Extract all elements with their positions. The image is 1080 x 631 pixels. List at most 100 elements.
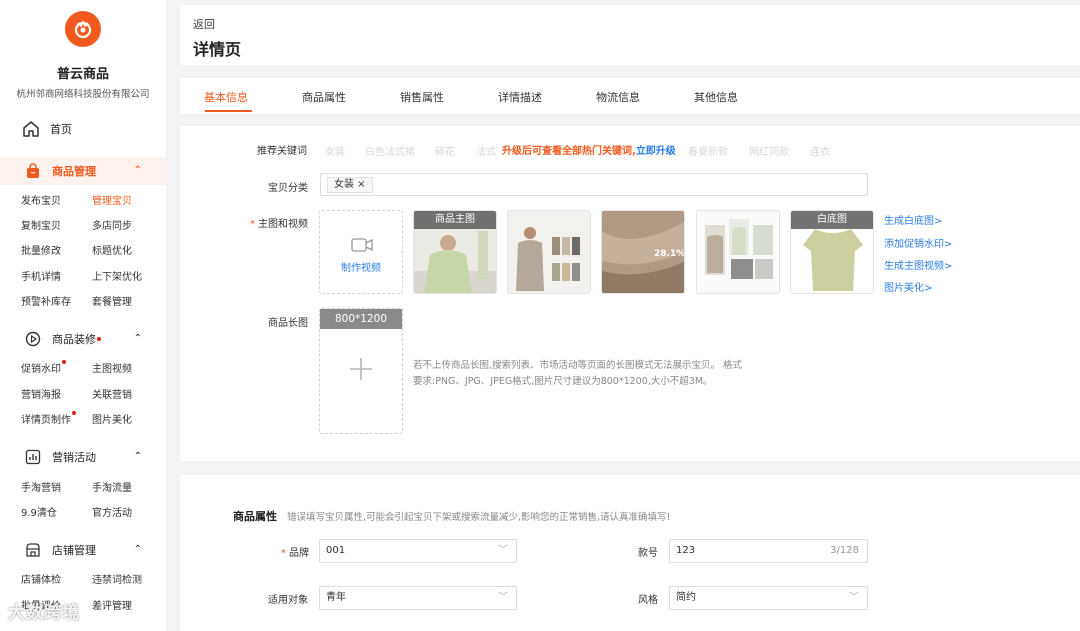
notification-dot — [97, 337, 101, 341]
image-beautify-link[interactable]: 图片美化> — [884, 279, 932, 294]
nav-item[interactable]: 上下架优化 — [92, 268, 142, 283]
make-video-label: 制作视频 — [341, 263, 381, 274]
nav-item[interactable]: 9.9清仓 — [21, 504, 57, 519]
nav-item[interactable]: 套餐管理 — [92, 293, 132, 308]
attributes-title: 商品属性 — [233, 510, 277, 523]
long-image-upload[interactable]: 800*1200 — [319, 308, 403, 434]
sidebar: 普云商品 杭州邻商网络科技股份有限公司 首页 商品管理 ⌃ 发布宝贝 管理宝贝 … — [0, 0, 166, 631]
upgrade-link[interactable]: 立即升级 — [636, 146, 676, 157]
store-icon — [24, 541, 42, 559]
nav-item[interactable]: 关联营销 — [92, 386, 132, 401]
nav-item[interactable]: 复制宝贝 — [21, 217, 61, 232]
add-promo-watermark-link[interactable]: 添加促销水印> — [884, 235, 952, 250]
nav-item[interactable]: 营销海报 — [21, 386, 61, 401]
style-select-value: 简约 — [676, 592, 696, 603]
play-circle-icon — [24, 330, 42, 348]
category-label: 宝贝分类 — [268, 183, 308, 194]
nav-item[interactable]: 标题优化 — [92, 242, 132, 257]
page-header: 返回 详情页 — [180, 5, 1080, 65]
nav-item[interactable]: 店铺体检 — [21, 571, 61, 586]
nav-group-label: 店铺管理 — [52, 544, 96, 557]
tab-other-info[interactable]: 其他信息 — [694, 89, 738, 105]
nav-item-active[interactable]: 管理宝贝 — [92, 192, 132, 207]
make-video-upload[interactable]: 制作视频 — [319, 210, 403, 294]
tab-product-attributes[interactable]: 商品属性 — [302, 89, 346, 105]
nav-item[interactable]: 手机详情 — [21, 268, 61, 283]
nav-item[interactable]: 详情页制作 — [21, 411, 76, 426]
chevron-up-icon: ⌃ — [133, 451, 142, 462]
keyword-chip[interactable]: 碎花 — [435, 143, 455, 158]
attributes-note: 错误填写宝贝属性,可能会引起宝贝下架或搜索流量减少,影响您的正常销售,请认真准确… — [287, 512, 671, 523]
keywords-label: 推荐关键词 — [257, 146, 307, 157]
logo-icon — [74, 20, 92, 39]
nav-item[interactable]: 多店同步 — [92, 217, 132, 232]
nav-group-label: 商品装修 — [52, 333, 96, 346]
keyword-chip[interactable]: 法式 — [476, 143, 496, 158]
long-image-hint-2: 要求:PNG、JPG、JPEG格式,图片尺寸建议为800*1200,大小不超3M… — [413, 376, 713, 387]
generate-white-bg-link[interactable]: 生成白底图> — [884, 212, 942, 227]
brand-select-value: 001 — [326, 545, 346, 556]
nav-group-marketing[interactable]: 营销活动 ⌃ — [0, 443, 166, 471]
chevron-up-icon: ⌃ — [133, 333, 142, 344]
back-link[interactable]: 返回 — [193, 16, 215, 32]
target-select-value: 青年 — [326, 592, 346, 603]
product-image-thumb[interactable]: 商品主图 — [413, 210, 497, 294]
fabric-stat: 28.1% — [654, 249, 685, 259]
keyword-chip[interactable]: 网红同款 — [749, 143, 789, 158]
brand-logo — [65, 11, 101, 47]
char-counter: 3/128 — [830, 545, 859, 556]
style-select[interactable]: 简约 ﹀ — [669, 586, 868, 610]
keyword-chip[interactable]: 连衣 — [810, 143, 830, 158]
nav-group-store-management[interactable]: 店铺管理 ⌃ — [0, 536, 166, 564]
attributes-panel — [180, 475, 1080, 631]
nav-item[interactable]: 图片美化 — [92, 411, 132, 426]
nav-group-product-decoration[interactable]: 商品装修 ⌃ — [0, 325, 166, 353]
product-image-thumb[interactable] — [696, 210, 780, 294]
company-name: 杭州邻商网络科技股份有限公司 — [16, 89, 150, 100]
nav-item[interactable]: 差评管理 — [92, 597, 132, 612]
main-media-label: * 主图和视频 — [250, 219, 308, 230]
tab-logistics[interactable]: 物流信息 — [596, 89, 640, 105]
nav-item[interactable]: 发布宝贝 — [21, 192, 61, 207]
long-image-size-tag: 800*1200 — [320, 309, 402, 329]
plus-icon — [350, 358, 372, 380]
nav-home[interactable]: 首页 — [22, 118, 72, 140]
style-no-value: 123 — [676, 545, 696, 556]
product-image-thumb[interactable]: 28.1% — [601, 210, 685, 294]
chevron-up-icon: ⌃ — [133, 544, 142, 555]
page-title: 详情页 — [193, 40, 242, 59]
style-no-label: 款号 — [638, 548, 658, 559]
keyword-chip[interactable]: 女装 — [325, 143, 345, 158]
tab-basic-info[interactable]: 基本信息 — [204, 89, 248, 105]
nav-group-product-management[interactable]: 商品管理 ⌃ — [0, 157, 166, 185]
nav-item[interactable]: 违禁词检测 — [92, 571, 142, 586]
target-select[interactable]: 青年 ﹀ — [319, 586, 517, 610]
chevron-up-icon: ⌃ — [133, 165, 142, 176]
product-photo — [697, 211, 779, 293]
nav-item[interactable]: 手淘流量 — [92, 479, 132, 494]
tab-bar: 基本信息 商品属性 销售属性 详情描述 物流信息 其他信息 — [180, 78, 1080, 115]
chevron-down-icon: ﹀ — [849, 592, 859, 603]
nav-item[interactable]: 批量修改 — [21, 242, 61, 257]
nav-item[interactable]: 手淘营销 — [21, 479, 61, 494]
brand-name: 普云商品 — [56, 67, 109, 82]
category-chip[interactable]: 女装 × — [327, 177, 373, 193]
tab-detail-description[interactable]: 详情描述 — [498, 89, 542, 105]
style-no-input[interactable]: 123 3/128 — [669, 539, 868, 563]
target-field-label: 适用对象 — [268, 595, 308, 606]
nav-item[interactable]: 官方活动 — [92, 504, 132, 519]
category-input[interactable]: 女装 × — [320, 173, 868, 196]
tab-sales-attributes[interactable]: 销售属性 — [400, 89, 444, 105]
brand-select[interactable]: 001 ﹀ — [319, 539, 517, 563]
keyword-chip[interactable]: 春夏新款 — [688, 143, 728, 158]
nav-item[interactable]: 促销水印 — [21, 360, 66, 375]
thumb-tag-white: 白底图 — [791, 211, 873, 229]
nav-item[interactable]: 主图视频 — [92, 360, 132, 375]
nav-item[interactable]: 预警补库存 — [21, 293, 71, 308]
long-image-hint-1: 若不上传商品长图,搜索列表、市场活动等页面的长图模式无法展示宝贝。 格式 — [413, 360, 743, 371]
generate-main-video-link[interactable]: 生成主图视频> — [884, 257, 952, 272]
product-image-thumb[interactable] — [507, 210, 591, 294]
keyword-chip[interactable]: 白色法式裙 — [365, 143, 415, 158]
product-photo — [508, 211, 590, 293]
white-background-thumb[interactable]: 白底图 — [790, 210, 874, 294]
